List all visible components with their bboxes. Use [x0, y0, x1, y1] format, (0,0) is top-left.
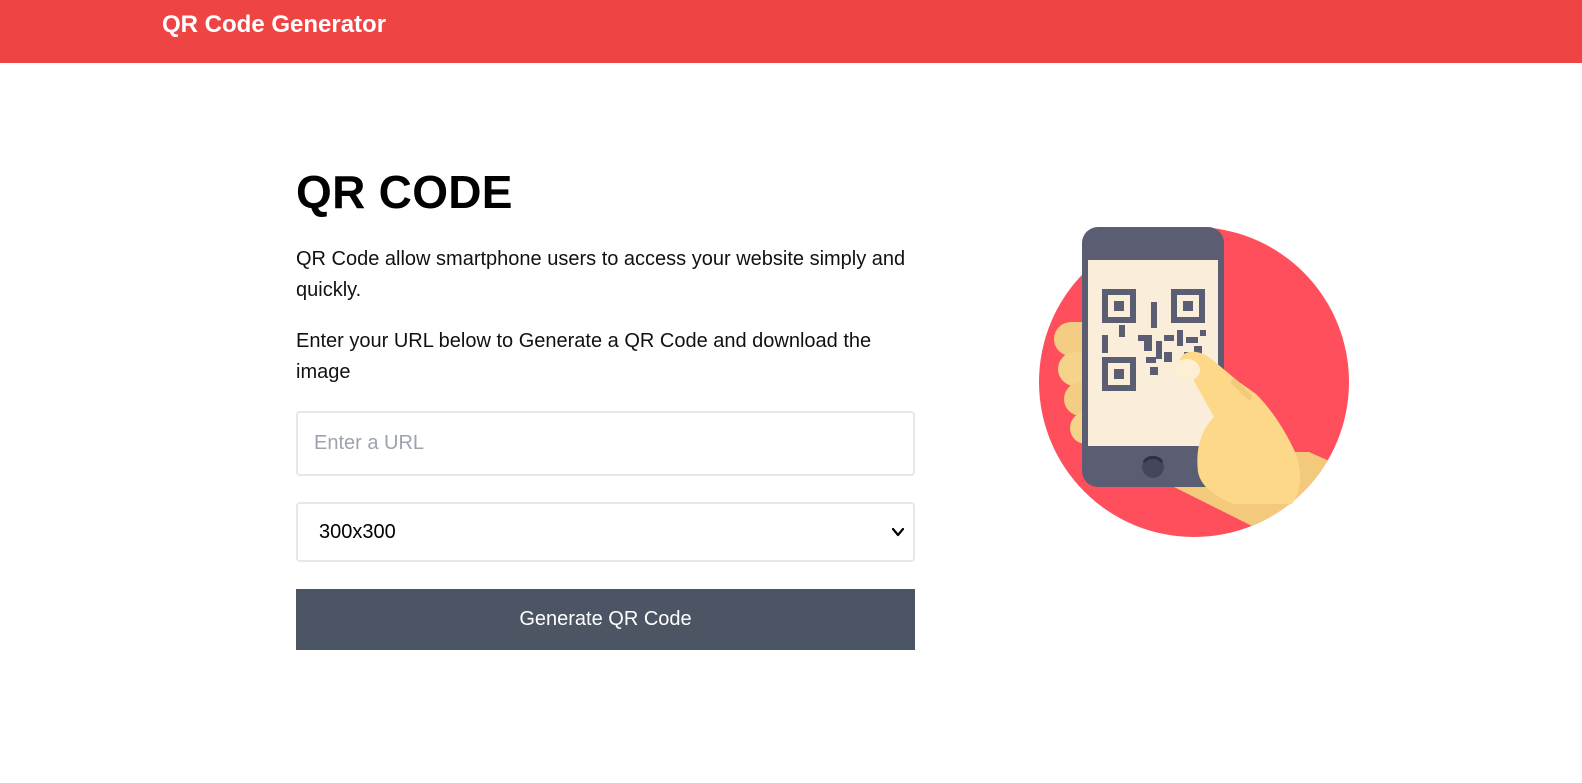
generate-qr-button[interactable]: Generate QR Code [296, 589, 915, 650]
size-select-value: 300x300 [319, 521, 396, 543]
top-navbar: QR Code Generator [0, 0, 1582, 63]
chevron-down-icon [891, 527, 905, 537]
brand-title[interactable]: QR Code Generator [162, 10, 386, 40]
main-form-section: QR CODE QR Code allow smartphone users t… [296, 160, 916, 650]
intro-text: QR Code allow smartphone users to access… [296, 248, 906, 301]
url-input[interactable] [296, 411, 915, 476]
instruction-text: Enter your URL below to Generate a QR Co… [296, 330, 872, 383]
size-select[interactable]: 300x300 [296, 502, 915, 562]
phone-scanning-qr-icon [1039, 227, 1349, 537]
page-title: QR CODE [296, 166, 513, 218]
